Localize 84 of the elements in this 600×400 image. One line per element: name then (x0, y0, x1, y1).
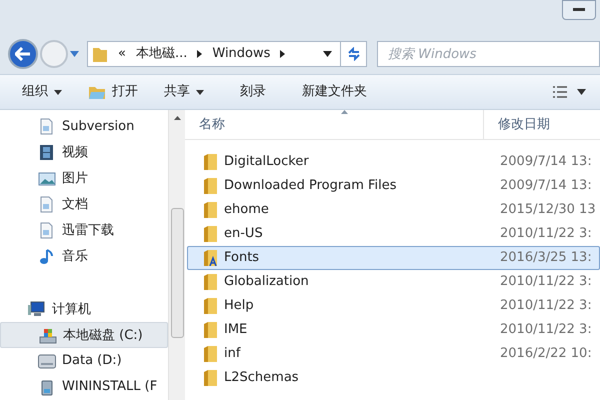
back-arrow-icon (15, 47, 31, 61)
sidebar-item[interactable]: WININSTALL (F (0, 374, 168, 400)
toolbar-button[interactable]: 共享 (156, 79, 212, 105)
file-name: Help (224, 297, 254, 316)
picture-icon (38, 170, 56, 188)
breadcrumb-chevron[interactable]: « (118, 44, 126, 64)
toolbar-button[interactable]: 组织 (14, 79, 70, 105)
file-row[interactable]: inf 2016/2/22 10: (187, 342, 600, 366)
file-row[interactable]: Globalization 2010/11/22 3: (187, 270, 600, 294)
file-name: DigitalLocker (224, 153, 309, 172)
list-view-icon (553, 86, 567, 98)
file-row[interactable]: Downloaded Program Files 2009/7/14 13: (187, 174, 600, 198)
sidebar-item[interactable]: 音乐 (0, 244, 168, 270)
file-row[interactable]: Help 2010/11/22 3: (187, 294, 600, 318)
breadcrumb-item[interactable]: 本地磁... (136, 44, 188, 64)
column-header[interactable]: 修改日期 (483, 110, 600, 139)
film-icon (38, 144, 56, 162)
file-date: 2009/7/14 13: (499, 177, 592, 196)
file-date: 2010/11/22 3: (499, 297, 592, 316)
sidebar-item[interactable]: 图片 (0, 166, 168, 192)
file-row[interactable]: ehome 2015/12/30 13 (187, 198, 600, 222)
sidebar-item[interactable]: Subversion (0, 114, 168, 140)
folder-icon (204, 370, 218, 386)
file-row[interactable]: Fonts 2016/3/25 13: (187, 246, 600, 270)
folder-icon (204, 250, 218, 266)
column-header[interactable]: 名称 (185, 110, 483, 139)
file-date: 2009/7/14 13: (499, 153, 592, 172)
folder-icon (204, 322, 218, 338)
sidebar-item[interactable]: 本地磁盘 (C:) (0, 322, 168, 348)
minimize-icon (573, 8, 585, 12)
back-button[interactable] (8, 39, 38, 69)
folder-icon (204, 178, 218, 194)
file-name: ehome (224, 201, 269, 220)
file-date: 2015/12/30 13 (499, 201, 596, 220)
sidebar-item[interactable]: 文档 (0, 192, 168, 218)
folder-icon (204, 346, 218, 362)
folder-icon (204, 154, 218, 170)
sidebar-item[interactable]: 计算机 (0, 296, 168, 322)
file-name: Globalization (224, 273, 309, 292)
search-field[interactable]: 搜索 Windows (377, 41, 600, 67)
sidebar-item[interactable]: 视频 (0, 140, 168, 166)
file-date: 2010/11/22 3: (499, 321, 592, 340)
disk-drive-icon (39, 326, 57, 344)
file-row[interactable]: IME 2010/11/22 3: (187, 318, 600, 342)
folder-open-icon (88, 84, 106, 100)
refresh-icon (346, 47, 360, 61)
dropdown-icon (577, 89, 586, 95)
folder-icon (204, 274, 218, 290)
file-date: 2010/11/22 3: (499, 273, 592, 292)
breadcrumb-item[interactable]: Windows (212, 44, 270, 64)
minimize-button[interactable] (562, 0, 596, 20)
file-name: L2Schemas (224, 369, 299, 388)
scrollbar[interactable] (168, 110, 185, 400)
dropdown-icon (54, 90, 62, 94)
file-date: 2016/3/25 13: (499, 249, 592, 268)
folder-icon (204, 202, 218, 218)
file-name: en-US (224, 225, 263, 244)
file-date: 2016/2/22 10: (499, 345, 592, 364)
dropdown-icon (196, 90, 204, 94)
toolbar-button[interactable]: 打开 (80, 79, 146, 105)
toolbar-button[interactable]: 刻录 (232, 79, 274, 105)
folder-icon (204, 298, 218, 314)
scrollbar-thumb[interactable] (170, 208, 184, 338)
file-name: IME (224, 321, 248, 340)
file-name: inf (224, 345, 240, 364)
chevron-right-icon[interactable] (280, 50, 286, 58)
scroll-up-icon (174, 116, 180, 120)
computer-icon (28, 300, 46, 318)
folder-icon (92, 45, 108, 63)
toolbar-button[interactable]: 新建文件夹 (294, 79, 375, 105)
file-name: Fonts (224, 249, 260, 268)
dropdown-icon[interactable] (323, 51, 332, 57)
disk-drive-icon (38, 352, 56, 370)
file-row[interactable]: L2Schemas (187, 366, 600, 390)
sidebar-item[interactable]: Data (D:) (0, 348, 168, 374)
file-row[interactable]: DigitalLocker 2009/7/14 13: (187, 150, 600, 174)
music-note-icon (38, 248, 56, 265)
file-date: 2010/11/22 3: (499, 225, 592, 244)
folder-icon (204, 226, 218, 242)
address-bar[interactable]: « 本地磁... Windows (87, 41, 367, 67)
chevron-right-icon[interactable] (197, 50, 202, 58)
file-row[interactable]: en-US 2010/11/22 3: (187, 222, 600, 246)
file-name: Downloaded Program Files (224, 177, 397, 196)
sidebar-item[interactable]: 迅雷下载 (0, 218, 168, 244)
